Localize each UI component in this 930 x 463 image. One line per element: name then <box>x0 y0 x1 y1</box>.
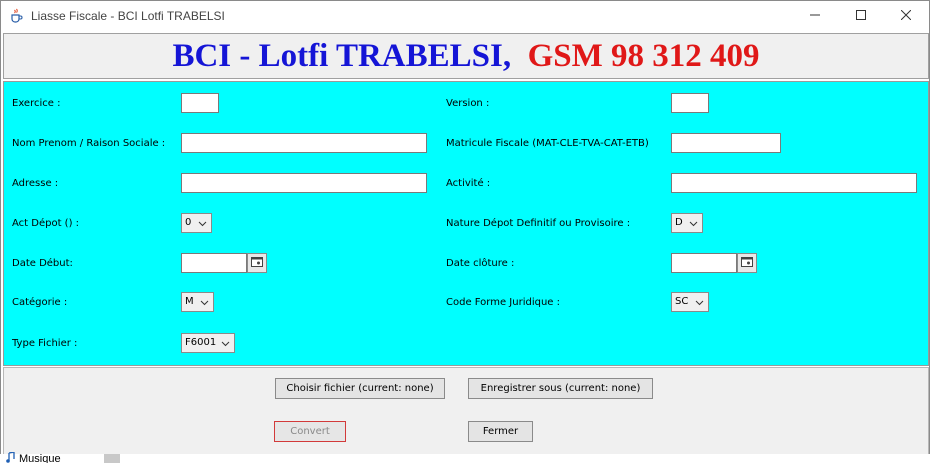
activite-input[interactable] <box>671 173 917 193</box>
date-debut-input[interactable] <box>181 253 247 273</box>
calendar-icon <box>741 256 753 270</box>
banner-phone: GSM 98 312 409 <box>527 38 760 74</box>
minimize-icon <box>810 10 820 23</box>
window-title: Liasse Fiscale - BCI Lotfi TRABELSI <box>31 9 225 23</box>
type-fichier-select[interactable]: F6001 <box>181 333 235 353</box>
type-fichier-label: Type Fichier : <box>12 338 78 349</box>
nom-prenom-input[interactable] <box>181 133 427 153</box>
date-cloture-picker-button[interactable] <box>737 253 757 273</box>
date-debut-picker-button[interactable] <box>247 253 267 273</box>
date-debut-label: Date Début: <box>12 258 73 269</box>
choose-file-button[interactable]: Choisir fichier (current: none) <box>275 378 445 399</box>
version-label: Version : <box>446 98 490 109</box>
chevron-down-icon <box>221 337 230 355</box>
convert-button[interactable]: Convert <box>274 421 346 442</box>
close-window-button[interactable]: Fermer <box>468 421 533 442</box>
matricule-label: Matricule Fiscale (MAT-CLE-TVA-CAT-ETB) <box>446 138 649 149</box>
act-depot-value: 0 <box>185 217 192 228</box>
nature-depot-select[interactable]: D <box>671 213 703 233</box>
banner-company-name: BCI - Lotfi TRABELSI, <box>172 38 512 74</box>
nom-prenom-label: Nom Prenom / Raison Sociale : <box>12 138 166 149</box>
calendar-icon <box>251 256 263 270</box>
adresse-label: Adresse : <box>12 178 59 189</box>
header-banner: BCI - Lotfi TRABELSI, GSM 98 312 409 <box>3 33 929 79</box>
music-note-icon <box>6 451 15 463</box>
save-as-button[interactable]: Enregistrer sous (current: none) <box>468 378 653 399</box>
exercice-label: Exercice : <box>12 98 61 109</box>
music-folder-item[interactable]: Musique <box>6 451 61 463</box>
close-icon <box>900 9 912 23</box>
maximize-button[interactable] <box>838 1 884 31</box>
adresse-input[interactable] <box>181 173 427 193</box>
background-scrollbar <box>104 454 120 463</box>
minimize-button[interactable] <box>792 1 838 31</box>
form-panel: Exercice : Version : Nom Prenom / Raison… <box>3 81 929 366</box>
date-cloture-input[interactable] <box>671 253 737 273</box>
exercice-input[interactable] <box>181 93 219 113</box>
java-cup-icon <box>9 8 24 23</box>
version-input[interactable] <box>671 93 709 113</box>
date-cloture-label: Date clôture : <box>446 258 515 269</box>
code-forme-label: Code Forme Juridique : <box>446 297 560 308</box>
title-bar[interactable]: Liasse Fiscale - BCI Lotfi TRABELSI <box>1 1 929 31</box>
close-button[interactable] <box>883 1 929 31</box>
matricule-input[interactable] <box>671 133 781 153</box>
nature-depot-label: Nature Dépot Definitif ou Provisoire : <box>446 218 631 229</box>
activite-label: Activité : <box>446 178 491 189</box>
app-window: Liasse Fiscale - BCI Lotfi TRABELSI BCI … <box>0 0 930 463</box>
chevron-down-icon <box>200 296 209 314</box>
chevron-down-icon <box>695 296 704 314</box>
music-folder-label: Musique <box>19 453 61 463</box>
categorie-label: Catégorie : <box>12 297 68 308</box>
type-fichier-value: F6001 <box>185 337 217 348</box>
nature-depot-value: D <box>675 217 683 228</box>
background-explorer-strip <box>0 454 930 463</box>
act-depot-label: Act Dépot () : <box>12 218 80 229</box>
action-panel: Choisir fichier (current: none) Enregist… <box>3 367 929 455</box>
chevron-down-icon <box>198 217 207 235</box>
act-depot-select[interactable]: 0 <box>181 213 212 233</box>
categorie-value: M <box>185 296 194 307</box>
code-forme-value: SC <box>675 296 689 307</box>
chevron-down-icon <box>689 217 698 235</box>
code-forme-select[interactable]: SC <box>671 292 709 312</box>
categorie-select[interactable]: M <box>181 292 214 312</box>
maximize-icon <box>856 9 866 23</box>
